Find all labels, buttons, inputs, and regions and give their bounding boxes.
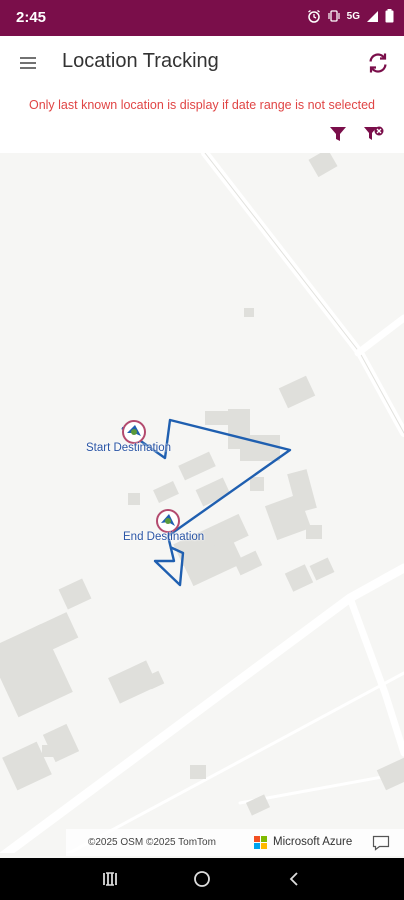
notice-text: Only last known location is display if d…	[28, 98, 376, 112]
refresh-button[interactable]	[364, 49, 392, 77]
recent-apps-icon	[103, 872, 117, 886]
status-time: 2:45	[16, 9, 47, 26]
attribution-text: ©2025 OSM ©2025 TomTom	[88, 837, 216, 848]
end-destination-label: End Destination	[123, 531, 205, 543]
home-button[interactable]	[190, 868, 214, 890]
recent-apps-button[interactable]	[98, 868, 122, 890]
status-icons: 5G	[307, 9, 394, 23]
filter-clear-icon	[364, 126, 384, 140]
start-destination-label: Start Destination	[86, 442, 172, 454]
battery-icon	[385, 9, 394, 23]
clear-filter-button[interactable]	[362, 122, 386, 146]
signal-icon	[367, 10, 378, 22]
hamburger-menu-icon	[20, 57, 36, 69]
vibrate-icon	[328, 10, 340, 22]
system-nav-bar	[0, 858, 404, 900]
end-marker[interactable]	[156, 509, 180, 533]
page-title: Location Tracking	[62, 50, 219, 72]
map-canvas	[0, 153, 404, 858]
status-bar: 2:45 5G	[0, 0, 404, 36]
alarm-icon	[307, 9, 320, 23]
feedback-icon[interactable]	[372, 835, 390, 851]
map-attribution: ©2025 OSM ©2025 TomTom Microsoft Azure	[66, 829, 404, 856]
5g-icon: 5G	[346, 10, 360, 22]
home-icon	[194, 871, 210, 887]
back-icon	[289, 872, 298, 886]
map-buildings	[0, 153, 404, 858]
back-button[interactable]	[282, 868, 306, 890]
filter-button[interactable]	[326, 122, 350, 146]
filter-icon	[330, 127, 346, 141]
microsoft-logo-icon	[254, 836, 268, 850]
refresh-icon	[369, 53, 387, 73]
notice-area: Only last known location is display if d…	[0, 90, 404, 153]
start-marker[interactable]	[122, 420, 146, 444]
menu-button[interactable]	[14, 50, 42, 76]
provider-name: Microsoft Azure	[273, 836, 353, 848]
map-view[interactable]: Start Destination End Destination	[0, 153, 404, 858]
app-bar: Location Tracking	[0, 36, 404, 90]
